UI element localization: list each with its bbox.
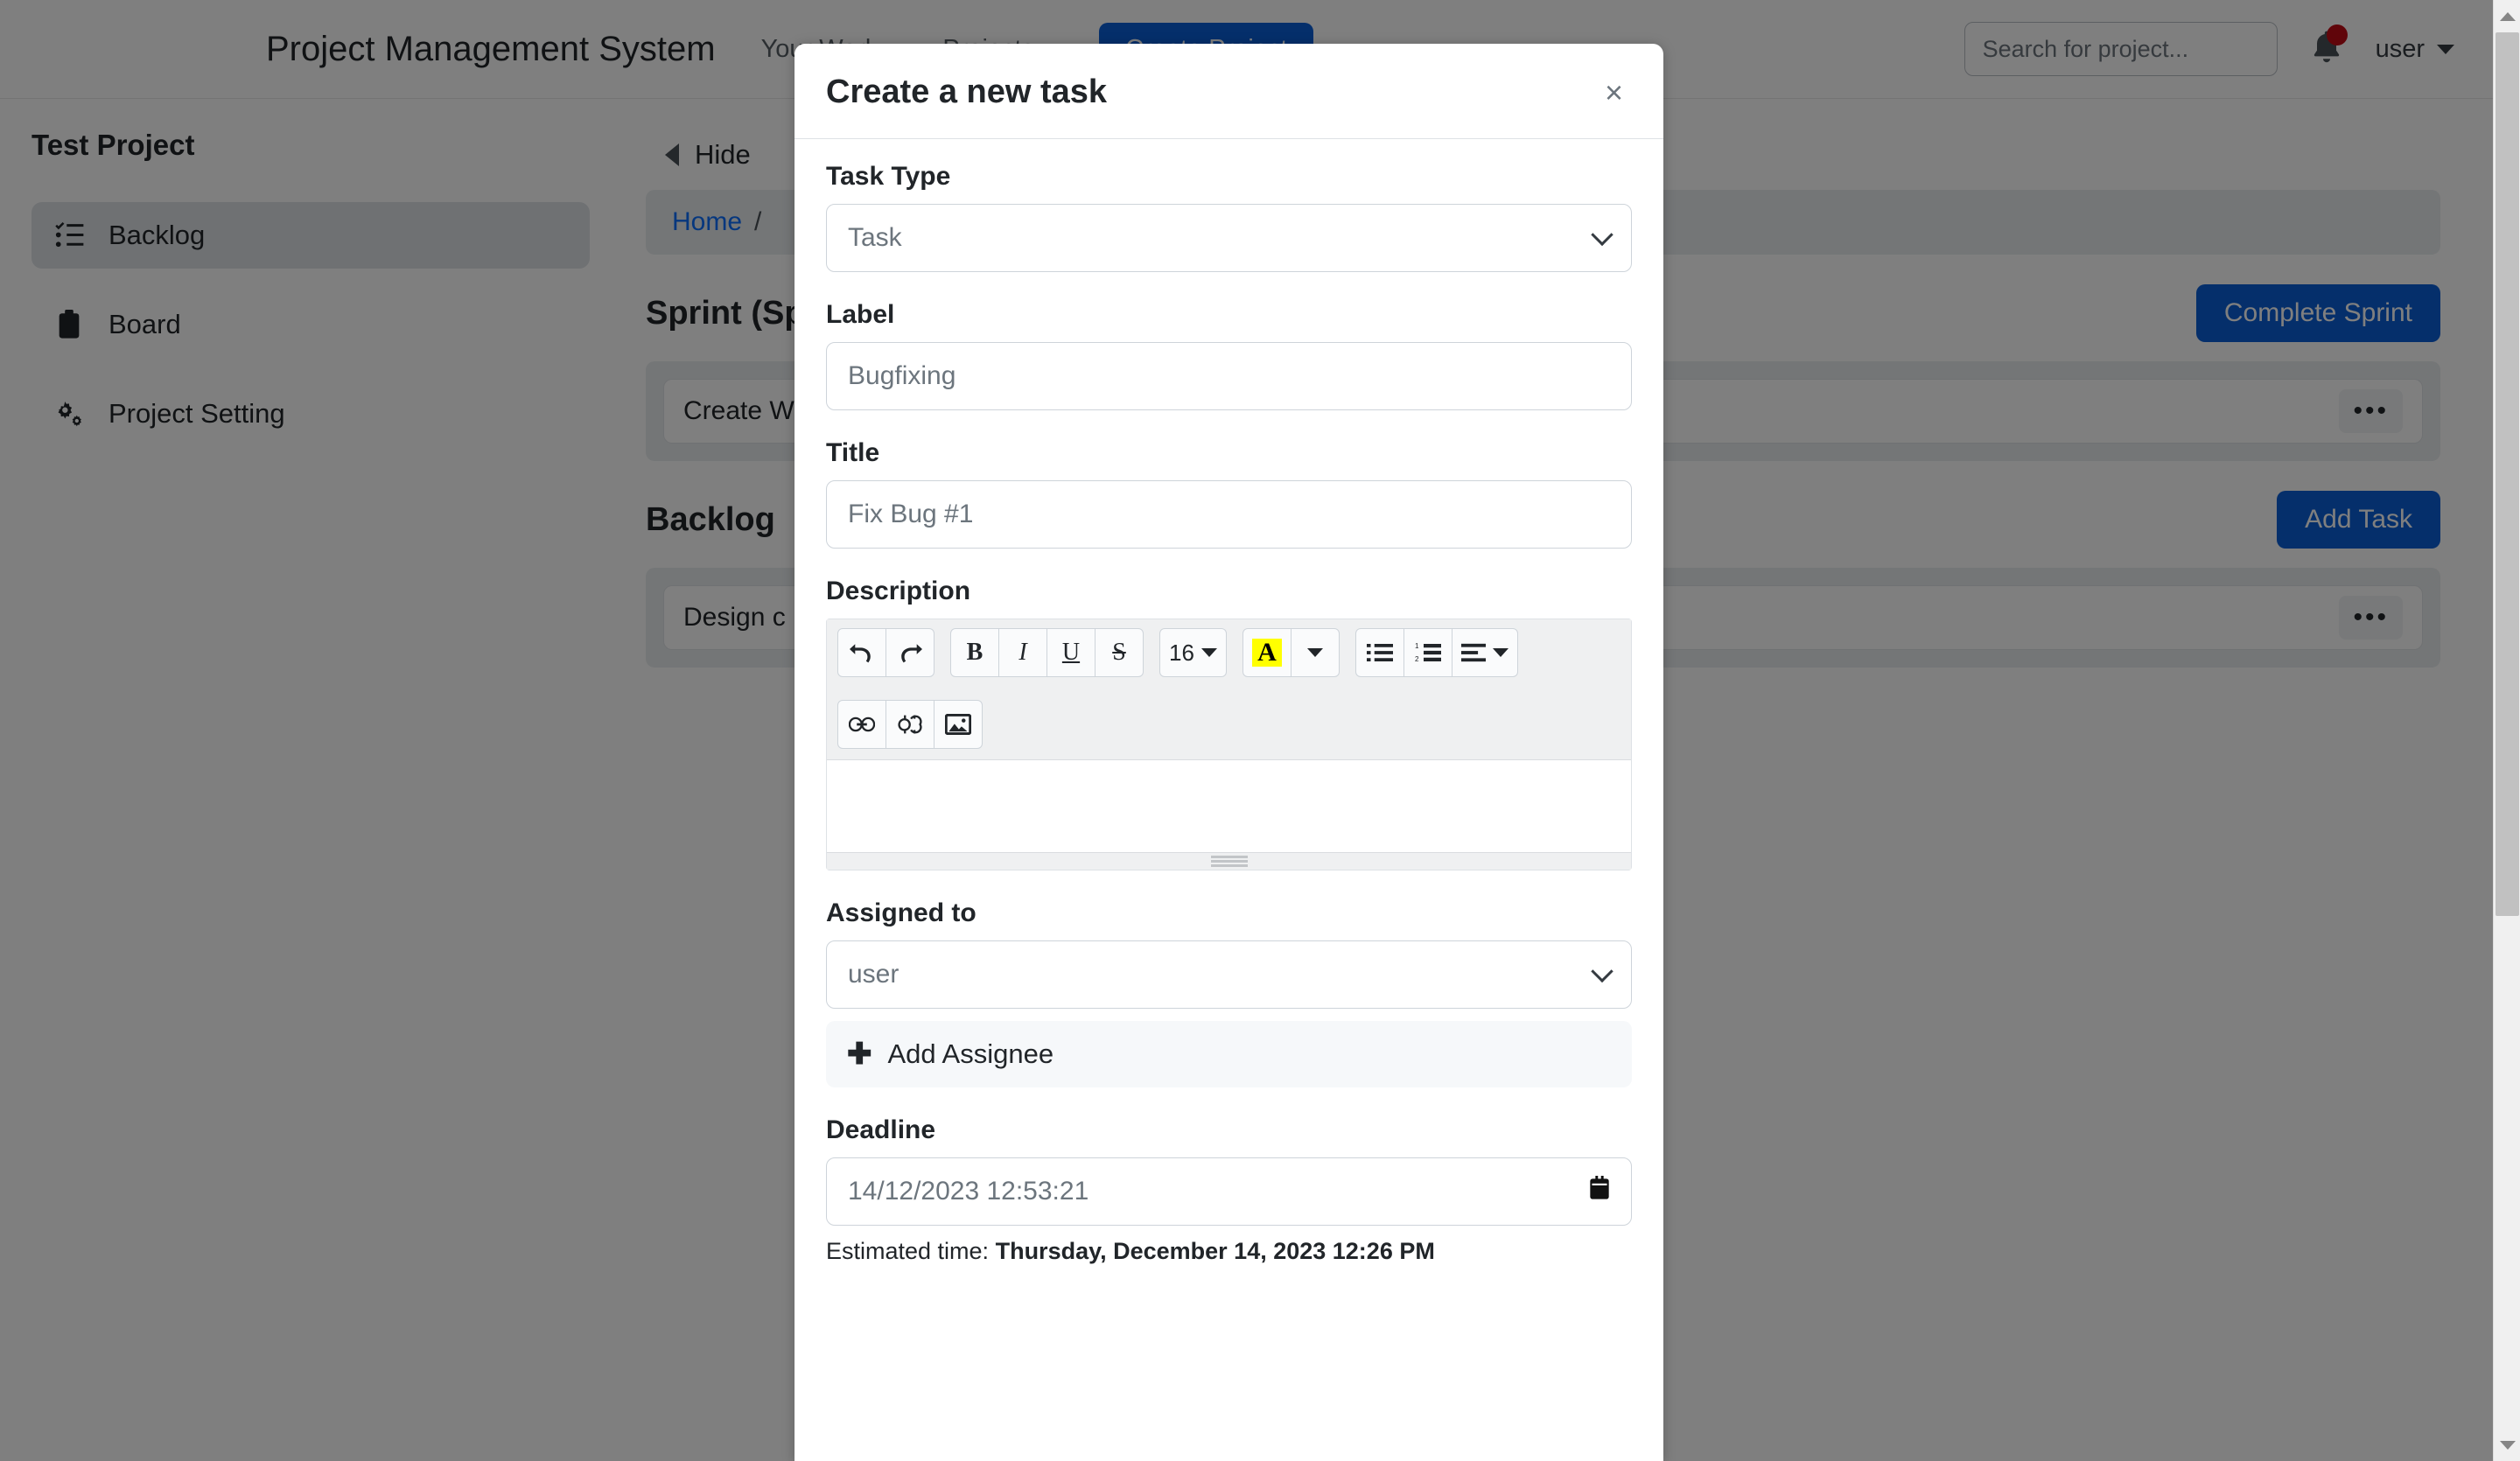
chevron-down-icon (1591, 223, 1614, 247)
modal-title: Create a new task (826, 73, 1108, 110)
image-icon[interactable] (934, 700, 983, 749)
editor-resize-handle[interactable] (827, 852, 1631, 870)
label-field-label: Label (826, 300, 895, 329)
add-assignee-button[interactable]: ✚ Add Assignee (826, 1021, 1632, 1087)
highlight-group: A (1242, 628, 1340, 677)
description-textarea[interactable] (827, 760, 1631, 852)
task-type-value: Task (848, 223, 902, 252)
strikethrough-button[interactable]: S (1095, 628, 1144, 677)
unlink-icon[interactable] (886, 700, 934, 749)
italic-button[interactable]: I (998, 628, 1047, 677)
estimated-time-prefix: Estimated time: (826, 1238, 990, 1264)
modal-header: Create a new task × (794, 44, 1663, 139)
history-group (837, 628, 934, 677)
title-field-label: Title (826, 438, 880, 467)
create-task-modal: Create a new task × Task Type Task Label… (794, 44, 1663, 1461)
chevron-down-icon (1200, 648, 1217, 657)
calendar-icon[interactable] (1589, 1176, 1610, 1207)
task-type-select[interactable]: Task (826, 204, 1632, 272)
description-editor: B I U S 16 A 1 2 (826, 619, 1632, 870)
align-left-icon[interactable] (1451, 628, 1518, 677)
grip-lines-icon (1210, 854, 1248, 869)
editor-toolbar: B I U S 16 A 1 2 (827, 619, 1631, 760)
add-assignee-label: Add Assignee (887, 1038, 1054, 1069)
modal-body: Task Type Task Label Bugfixing Title Fix… (794, 139, 1663, 1461)
font-size-value: 16 (1169, 639, 1194, 666)
link-icon[interactable] (837, 700, 886, 749)
deadline-label: Deadline (826, 1115, 936, 1144)
assigned-to-select[interactable]: user (826, 940, 1632, 1009)
underline-button[interactable]: U (1046, 628, 1096, 677)
bold-button[interactable]: B (950, 628, 999, 677)
chevron-down-icon (1306, 648, 1323, 657)
redo-icon[interactable] (886, 628, 934, 677)
scroll-up-icon[interactable] (2494, 0, 2520, 32)
scroll-down-icon[interactable] (2494, 1429, 2520, 1461)
chevron-down-icon (1591, 960, 1614, 983)
highlight-letter: A (1252, 639, 1282, 667)
highlight-button[interactable]: A (1242, 628, 1292, 677)
bullet-list-icon[interactable] (1354, 628, 1404, 677)
scrollbar-thumb[interactable] (2496, 32, 2519, 916)
highlight-color-dropdown[interactable] (1290, 628, 1340, 677)
text-style-group: B I U S (950, 628, 1144, 677)
chevron-down-icon (1492, 648, 1508, 657)
deadline-input[interactable]: 14/12/2023 12:53:21 (826, 1157, 1632, 1226)
assigned-to-label: Assigned to (826, 898, 976, 927)
svg-text:2: 2 (1415, 655, 1419, 663)
numbered-list-icon[interactable]: 1 2 (1403, 628, 1452, 677)
assigned-to-value: user (848, 960, 900, 989)
svg-text:1: 1 (1415, 642, 1419, 650)
list-group: 1 2 (1354, 628, 1518, 677)
title-input[interactable]: Fix Bug #1 (826, 480, 1632, 549)
font-size-group: 16 (1159, 628, 1227, 677)
task-type-label: Task Type (826, 162, 951, 191)
undo-icon[interactable] (837, 628, 886, 677)
close-icon[interactable]: × (1596, 73, 1632, 112)
font-size-dropdown[interactable]: 16 (1159, 628, 1227, 677)
estimated-time: Estimated time: Thursday, December 14, 2… (826, 1238, 1632, 1265)
plus-icon: ✚ (847, 1038, 872, 1071)
deadline-value: 14/12/2023 12:53:21 (848, 1177, 1089, 1206)
estimated-time-value: Thursday, December 14, 2023 12:26 PM (995, 1238, 1435, 1264)
page-scrollbar[interactable] (2493, 0, 2520, 1461)
label-input[interactable]: Bugfixing (826, 342, 1632, 410)
description-label: Description (826, 577, 971, 605)
insert-group (837, 700, 983, 749)
